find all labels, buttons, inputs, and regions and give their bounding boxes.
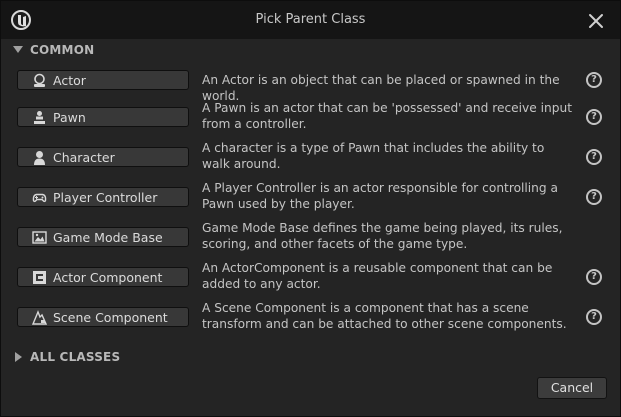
class-row-scene-component: Scene Component A Scene Component is a c…: [1, 301, 620, 347]
all-classes-section-header[interactable]: ALL CLASSES: [1, 346, 620, 370]
actor-component-button[interactable]: Actor Component: [17, 267, 189, 287]
pawn-button[interactable]: Pawn: [17, 107, 189, 127]
cancel-button[interactable]: Cancel: [537, 377, 607, 399]
help-icon[interactable]: ?: [586, 109, 602, 125]
help-icon[interactable]: ?: [586, 189, 602, 205]
game-mode-base-button[interactable]: Game Mode Base: [17, 227, 189, 247]
class-description: An ActorComponent is a reusable componen…: [202, 261, 553, 291]
scene-component-button[interactable]: Scene Component: [17, 307, 189, 327]
player-controller-button[interactable]: Player Controller: [17, 187, 189, 207]
class-description: Game Mode Base defines the game being pl…: [202, 221, 563, 251]
pick-parent-class-dialog: Pick Parent Class COMMON Actor An Actor …: [0, 0, 621, 417]
help-icon[interactable]: ?: [586, 149, 602, 165]
class-description: A character is a type of Pawn that inclu…: [202, 141, 545, 171]
actor-icon: [34, 73, 45, 87]
common-section-header[interactable]: COMMON: [1, 39, 620, 63]
chevron-right-icon: [15, 352, 22, 362]
game-mode-icon: [32, 231, 47, 244]
title-bar: Pick Parent Class: [1, 1, 620, 39]
character-button[interactable]: Character: [17, 147, 189, 167]
help-icon[interactable]: ?: [586, 309, 602, 325]
section-label: ALL CLASSES: [30, 350, 121, 364]
class-description: A Pawn is an actor that can be 'possesse…: [202, 101, 572, 131]
gamepad-icon: [32, 193, 47, 203]
scene-component-icon: [32, 310, 47, 325]
help-icon[interactable]: ?: [586, 269, 602, 285]
class-description: A Scene Component is a component that ha…: [202, 301, 567, 331]
character-icon: [34, 151, 45, 165]
chevron-down-icon: [13, 46, 23, 53]
close-icon[interactable]: [587, 12, 605, 30]
pawn-icon: [34, 111, 45, 124]
help-icon[interactable]: ?: [586, 72, 602, 88]
section-label: COMMON: [30, 43, 95, 57]
actor-button[interactable]: Actor: [17, 70, 189, 90]
class-description: A Player Controller is an actor responsi…: [202, 181, 558, 211]
dialog-title: Pick Parent Class: [255, 12, 366, 27]
actor-component-icon: [33, 271, 46, 284]
